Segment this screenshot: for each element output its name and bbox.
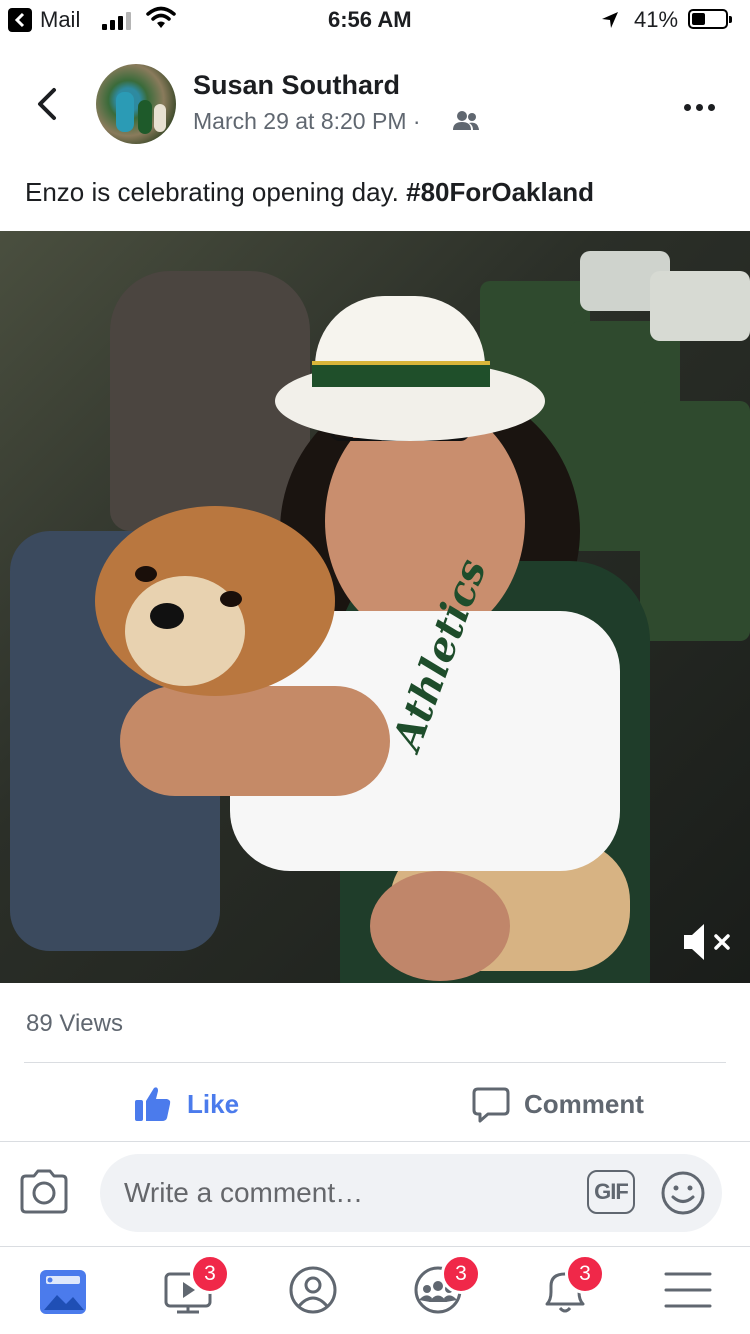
tab-menu[interactable] — [658, 1262, 718, 1322]
back-to-app-icon[interactable] — [8, 8, 32, 32]
tab-profile[interactable] — [283, 1262, 343, 1322]
menu-icon — [664, 1272, 712, 1308]
view-count: 89 Views — [26, 1010, 123, 1037]
battery-percentage: 41% — [634, 7, 679, 32]
comment-input[interactable] — [124, 1154, 564, 1232]
divider — [24, 1062, 726, 1063]
comment-button[interactable]: Comment — [524, 1089, 644, 1120]
post-text: Enzo is celebrating opening day. #80ForO… — [25, 177, 594, 208]
thumbs-up-icon[interactable] — [134, 1084, 172, 1124]
author-name[interactable]: Susan Southard — [193, 70, 400, 101]
battery-icon — [688, 9, 732, 29]
location-arrow-icon — [602, 12, 618, 28]
news-feed-icon — [40, 1270, 86, 1314]
tab-notifications[interactable]: 3 — [535, 1254, 605, 1322]
friends-audience-icon[interactable] — [452, 110, 480, 132]
more-options-icon[interactable] — [684, 98, 720, 116]
back-arrow-icon[interactable] — [28, 84, 68, 124]
comment-bubble-icon[interactable] — [472, 1086, 510, 1124]
camera-icon[interactable] — [18, 1168, 70, 1216]
post-timestamp[interactable]: March 29 at 8:20 PM · — [193, 108, 421, 135]
groups-badge: 3 — [441, 1254, 481, 1294]
post-caption: Enzo is celebrating opening day. — [25, 177, 407, 207]
tab-news-feed[interactable] — [33, 1262, 93, 1322]
profile-icon — [289, 1266, 337, 1314]
back-app-label[interactable]: Mail — [40, 7, 80, 33]
notifications-badge: 3 — [565, 1254, 605, 1294]
like-button[interactable]: Like — [187, 1089, 239, 1120]
emoji-icon[interactable] — [660, 1170, 706, 1216]
author-avatar[interactable] — [96, 64, 176, 144]
wifi-icon — [146, 6, 176, 28]
cellular-signal-icon — [102, 12, 134, 30]
gif-button[interactable]: GIF — [587, 1170, 635, 1214]
tab-bar-divider — [0, 1246, 750, 1247]
hashtag-link[interactable]: #80ForOakland — [406, 177, 594, 207]
status-time: 6:56 AM — [328, 7, 412, 32]
tab-groups[interactable]: 3 — [408, 1254, 481, 1322]
post-video[interactable]: Athletics — [0, 231, 750, 983]
muted-speaker-icon[interactable] — [682, 921, 734, 963]
tab-watch[interactable]: 3 — [160, 1254, 230, 1322]
divider — [0, 1141, 750, 1142]
watch-badge: 3 — [190, 1254, 230, 1294]
status-bar: Mail 6:56 AM 41% — [0, 0, 750, 42]
